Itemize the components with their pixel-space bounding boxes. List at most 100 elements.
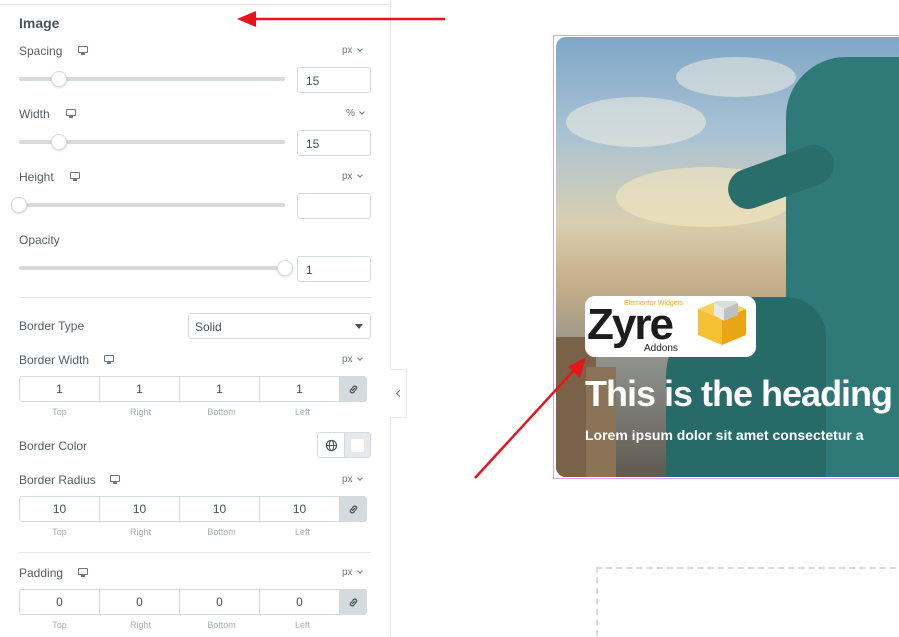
spacing-unit-select[interactable]: px [342,45,363,56]
border-radius-right-input[interactable]: 10 [99,496,180,522]
monitor-icon[interactable] [110,475,120,482]
spacing-label: Spacing [19,44,63,58]
color-swatch [351,438,364,452]
border-width-dimensions: 1 1 1 1 [19,376,371,402]
side-label-top: Top [52,620,67,630]
padding-left-input[interactable]: 0 [259,589,340,615]
side-label-top: Top [52,527,67,537]
divider [19,552,371,553]
height-slider-thumb[interactable] [11,197,27,213]
width-input[interactable]: 15 [297,130,371,156]
padding-unit: px [342,567,353,578]
side-label-right: Right [129,527,151,537]
chevron-down-icon [356,172,363,178]
padding-unit-select[interactable]: px [342,567,363,578]
border-radius-left-input[interactable]: 10 [259,496,340,522]
opacity-input[interactable]: 1 [297,256,371,282]
height-unit: px [342,171,353,182]
logo-image[interactable]: Zyre Elementor Widgets Addons [585,296,756,357]
color-picker-button[interactable] [345,433,370,457]
chevron-down-icon [359,109,365,115]
collapse-panel-button[interactable] [390,369,407,418]
border-color-label: Border Color [19,439,88,453]
padding-side-labels: Top Right Bottom Left [19,620,343,630]
monitor-icon[interactable] [78,46,88,53]
chevron-down-icon [356,46,363,52]
chevron-down-icon [356,475,363,481]
height-unit-select[interactable]: px [342,171,363,182]
border-width-unit-select[interactable]: px [342,354,363,365]
opacity-slider-thumb[interactable] [277,260,293,276]
spacing-input[interactable]: 15 [297,67,371,93]
preview-heading[interactable]: This is the heading [585,373,893,415]
border-radius-unit: px [342,474,353,485]
padding-right-input[interactable]: 0 [99,589,180,615]
link-values-button[interactable] [339,589,367,615]
empty-section-placeholder[interactable] [596,567,899,637]
border-type-label: Border Type [19,319,85,333]
side-label-bottom: Bottom [207,527,236,537]
monitor-icon[interactable] [104,355,114,362]
border-radius-bottom-input[interactable]: 10 [179,496,260,522]
opacity-label: Opacity [19,233,60,247]
border-width-label: Border Width [19,353,90,367]
opacity-slider-track[interactable] [19,266,285,270]
border-width-right-input[interactable]: 1 [99,376,180,402]
border-radius-side-labels: Top Right Bottom Left [19,527,343,537]
width-slider-thumb[interactable] [50,134,67,150]
width-unit: % [346,108,355,119]
border-type-value: Solid [195,320,222,334]
background-image [566,97,706,147]
side-label-right: Right [129,407,151,417]
link-values-button[interactable] [339,496,367,522]
preview-body-text[interactable]: Lorem ipsum dolor sit amet consectetur a [585,427,864,443]
side-label-right: Right [129,620,151,630]
border-radius-unit-select[interactable]: px [342,474,363,485]
monitor-icon[interactable] [66,109,76,116]
logo-sub: Addons [644,343,678,354]
link-values-button[interactable] [339,376,367,402]
border-radius-top-input[interactable]: 10 [19,496,100,522]
side-label-left: Left [294,407,310,417]
spacing-slider-thumb[interactable] [50,71,67,87]
width-label: Width [19,107,50,121]
caret-down-icon [355,324,363,329]
height-input[interactable] [297,193,371,219]
padding-dimensions: 0 0 0 0 [19,589,371,615]
border-color-control [317,432,371,458]
logo-tagline: Elementor Widgets [624,300,684,307]
border-width-left-input[interactable]: 1 [259,376,340,402]
padding-label: Padding [19,566,64,580]
section-title-image[interactable]: Image [19,15,59,31]
chevron-down-icon [356,355,363,361]
height-slider-track[interactable] [19,203,285,207]
divider [19,297,371,298]
border-radius-label: Border Radius [19,473,96,487]
border-radius-dimensions: 10 10 10 10 [19,496,371,522]
padding-bottom-input[interactable]: 0 [179,589,260,615]
border-width-top-input[interactable]: 1 [19,376,100,402]
link-icon [349,597,357,607]
background-image [676,57,796,97]
chevron-down-icon [356,568,363,574]
link-icon [349,384,357,394]
width-unit-select[interactable]: % [346,108,365,119]
style-panel: Image Spacing px 15 Width % 15 Height px… [0,0,391,637]
side-label-left: Left [294,527,310,537]
link-icon [349,504,357,514]
height-label: Height [19,170,54,184]
spacing-unit: px [342,45,353,56]
global-colors-button[interactable] [318,433,345,457]
padding-top-input[interactable]: 0 [19,589,100,615]
monitor-icon[interactable] [78,568,88,575]
border-type-select[interactable]: Solid [188,313,371,339]
side-label-top: Top [52,407,67,417]
monitor-icon[interactable] [70,172,80,179]
border-width-side-labels: Top Right Bottom Left [19,407,343,417]
logo-cube-icon [698,301,746,345]
side-label-bottom: Bottom [207,620,236,630]
border-width-bottom-input[interactable]: 1 [179,376,260,402]
globe-icon [325,439,337,451]
side-label-left: Left [294,620,310,630]
side-label-bottom: Bottom [207,407,236,417]
